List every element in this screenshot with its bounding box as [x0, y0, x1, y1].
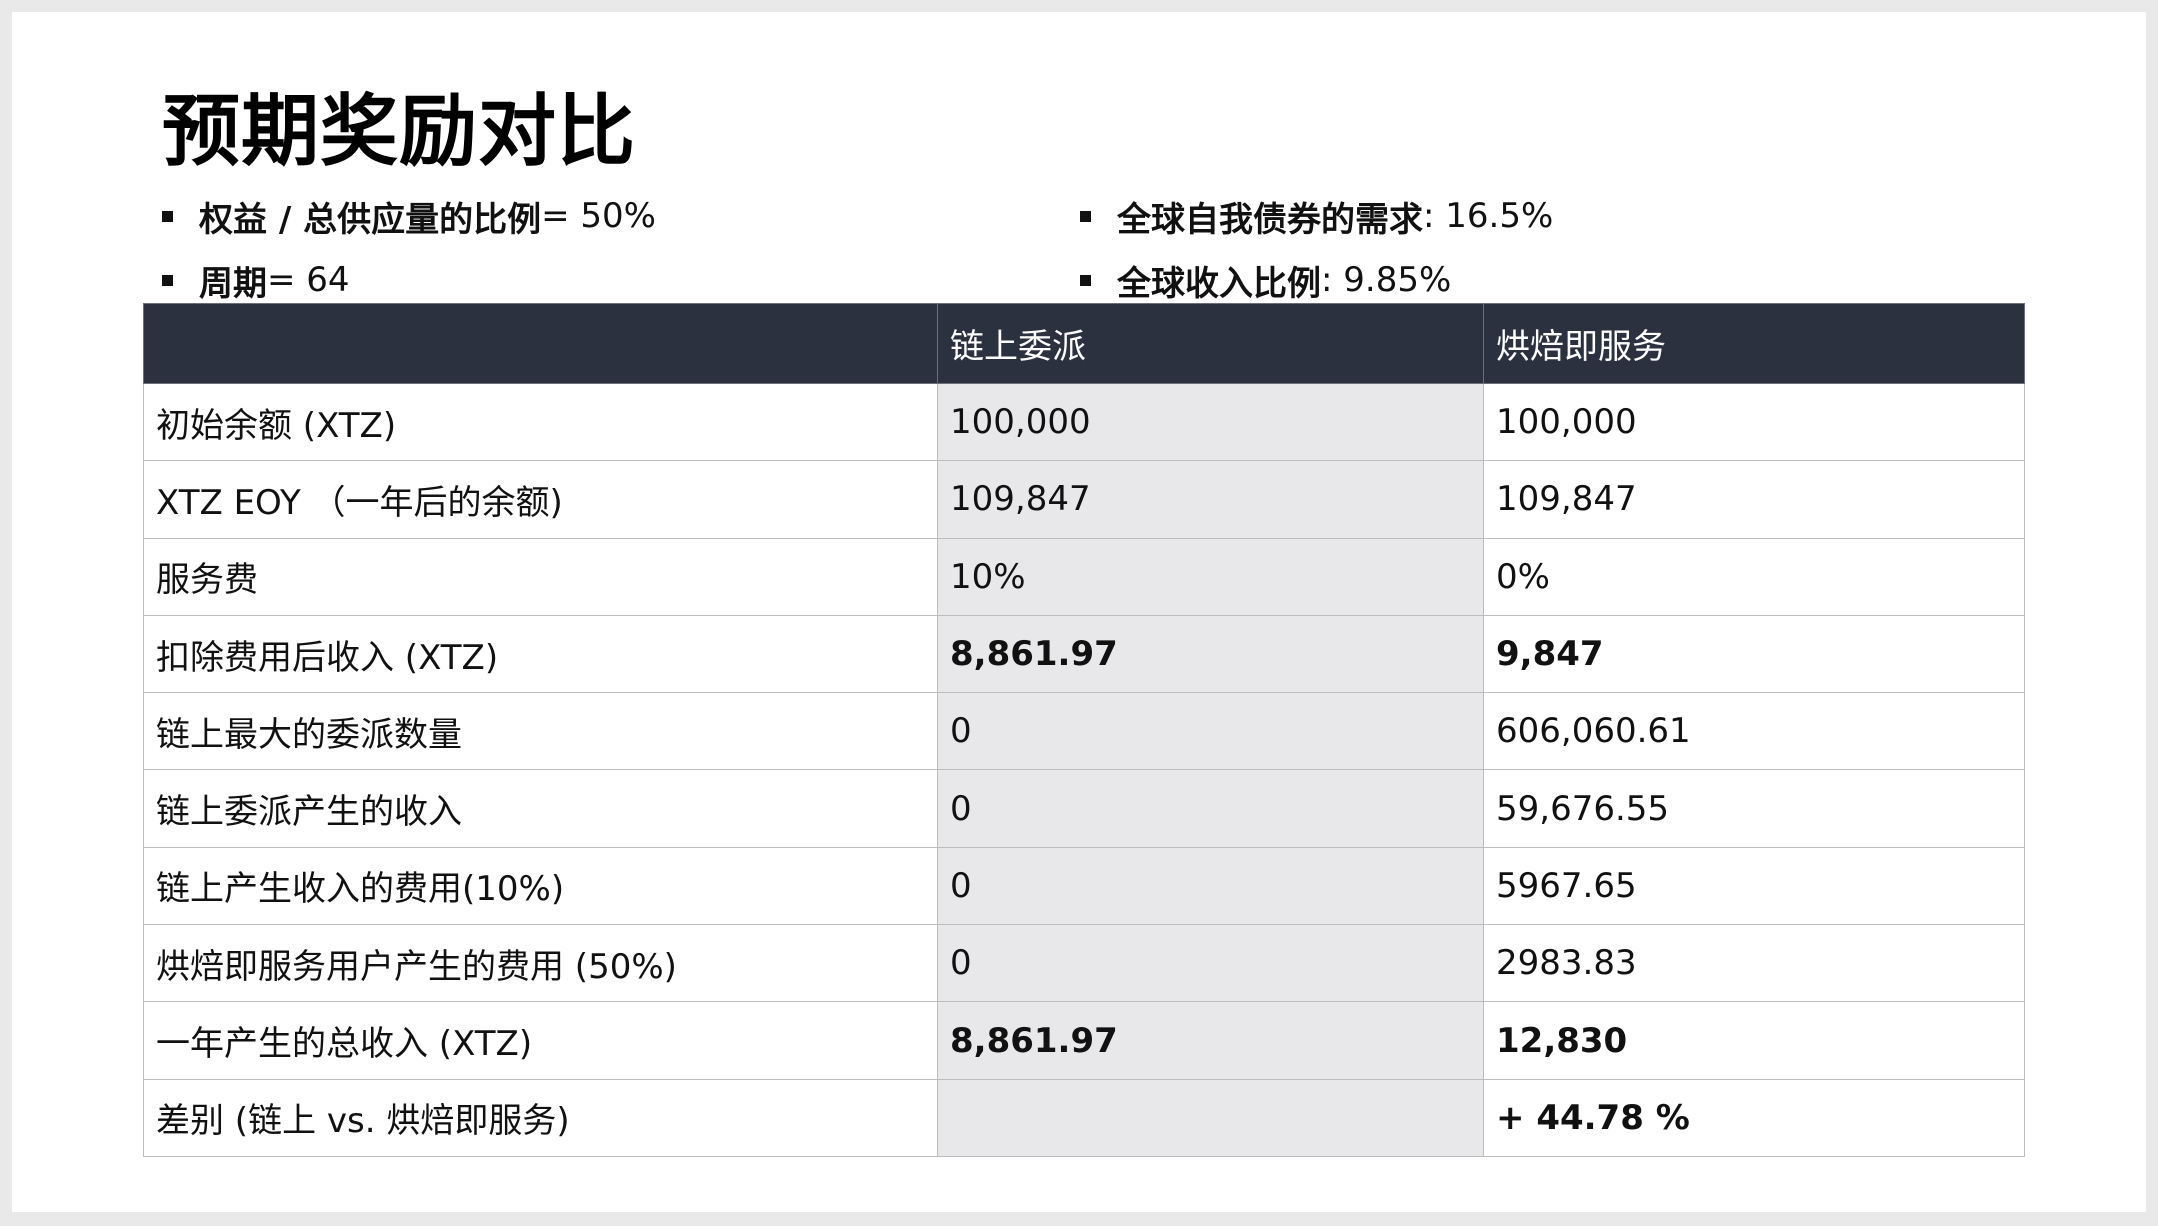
header-cell-baking-as-a-service: 烘焙即服务 — [1483, 303, 2025, 384]
bullet-text: = 50% — [541, 196, 656, 236]
table-row: 链上最大的委派数量 0 606,060.61 — [143, 692, 2025, 771]
baas-value: 9,847 — [1483, 614, 2025, 694]
bullet-bold: 周期 — [199, 263, 267, 304]
on-chain-value: 100,000 — [937, 382, 1484, 462]
bullet-list-right: 全球自我债券的需求: 16.5% 全球收入比例: 9.85% — [1080, 184, 1553, 312]
table-row: 初始余额 (XTZ) 100,000 100,000 — [143, 382, 2025, 462]
on-chain-value: 10% — [937, 537, 1484, 616]
on-chain-value: 0 — [937, 924, 1484, 1003]
bullet-text: = 64 — [267, 260, 350, 300]
row-label: 差别 (链上 vs. 烘焙即服务) — [143, 1078, 938, 1157]
row-label: 一年产生的总收入 (XTZ) — [143, 1001, 938, 1080]
on-chain-value: 8,861.97 — [937, 1001, 1484, 1080]
bullet-bold: 权益 / 总供应量的比例 — [199, 199, 542, 240]
row-label: 链上产生收入的费用(10%) — [143, 846, 938, 926]
bullet-text: : 16.5% — [1423, 196, 1554, 236]
row-label: 链上委派产生的收入 — [143, 769, 938, 848]
row-label: 初始余额 (XTZ) — [143, 382, 938, 462]
bullet-list-left: 权益 / 总供应量的比例 = 50% 周期 = 64 — [162, 184, 656, 312]
table-row: 烘焙即服务用户产生的费用 (50%) 0 2983.83 — [143, 924, 2025, 1003]
bullet-bold: 全球收入比例 — [1117, 263, 1321, 304]
bullet-text: : 9.85% — [1321, 260, 1452, 300]
baas-value: 100,000 — [1483, 382, 2025, 462]
bullet-square-icon — [162, 274, 173, 286]
on-chain-value: 0 — [937, 769, 1484, 848]
header-cell-on-chain-delegation: 链上委派 — [937, 303, 1484, 384]
on-chain-value — [937, 1078, 1484, 1157]
table-row: 差别 (链上 vs. 烘焙即服务) + 44.78 % — [143, 1078, 2025, 1157]
header-cell-label — [143, 303, 938, 384]
table-header-row: 链上委派 烘焙即服务 — [143, 303, 2025, 384]
bullet-square-icon — [1080, 274, 1091, 286]
baas-value: 606,060.61 — [1483, 692, 2025, 771]
row-label: 服务费 — [143, 537, 938, 616]
row-label: XTZ EOY （一年后的余额) — [143, 460, 938, 539]
difference-value: + 44.78 % — [1483, 1078, 2025, 1157]
slide-title: 预期奖励对比 — [162, 87, 637, 177]
comparison-table: 链上委派 烘焙即服务 初始余额 (XTZ) 100,000 100,000 XT… — [143, 303, 2025, 1157]
on-chain-value: 0 — [937, 692, 1484, 771]
row-label: 烘焙即服务用户产生的费用 (50%) — [143, 924, 938, 1003]
on-chain-value: 8,861.97 — [937, 614, 1484, 694]
bullet-item: 全球自我债券的需求: 16.5% — [1080, 184, 1553, 248]
baas-value: 109,847 — [1483, 460, 2025, 539]
table-row: 一年产生的总收入 (XTZ) 8,861.97 12,830 — [143, 1001, 2025, 1080]
bullet-square-icon — [162, 210, 173, 222]
bullet-square-icon — [1080, 210, 1091, 222]
bullet-bold: 全球自我债券的需求 — [1117, 199, 1423, 240]
baas-value: 0% — [1483, 537, 2025, 616]
bullet-item: 权益 / 总供应量的比例 = 50% — [162, 184, 656, 248]
baas-value: 59,676.55 — [1483, 769, 2025, 848]
table-row: 链上委派产生的收入 0 59,676.55 — [143, 769, 2025, 848]
table-row: 服务费 10% 0% — [143, 537, 2025, 616]
slide: 预期奖励对比 权益 / 总供应量的比例 = 50% 周期 = 64 全球自我债券… — [12, 12, 2146, 1212]
table-row: 链上产生收入的费用(10%) 0 5967.65 — [143, 846, 2025, 926]
row-label: 扣除费用后收入 (XTZ) — [143, 614, 938, 694]
baas-value: 12,830 — [1483, 1001, 2025, 1080]
baas-value: 5967.65 — [1483, 846, 2025, 926]
on-chain-value: 0 — [937, 846, 1484, 926]
table-row: 扣除费用后收入 (XTZ) 8,861.97 9,847 — [143, 614, 2025, 694]
row-label: 链上最大的委派数量 — [143, 692, 938, 771]
table-row: XTZ EOY （一年后的余额) 109,847 109,847 — [143, 460, 2025, 539]
baas-value: 2983.83 — [1483, 924, 2025, 1003]
on-chain-value: 109,847 — [937, 460, 1484, 539]
